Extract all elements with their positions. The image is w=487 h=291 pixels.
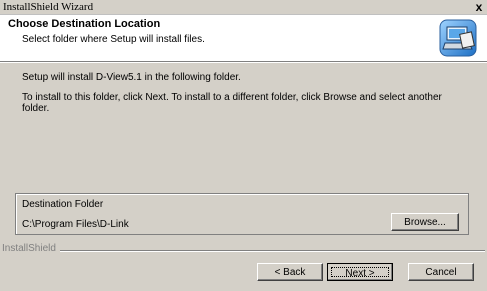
cancel-button[interactable]: Cancel	[408, 263, 474, 281]
back-button[interactable]: < Back	[257, 263, 323, 281]
footer-divider	[55, 250, 485, 252]
installshield-brand: InstallShield	[2, 243, 60, 254]
destination-path: C:\Program Files\D-Link	[22, 219, 129, 230]
page-subtitle: Select folder where Setup will install f…	[22, 34, 205, 45]
browse-button[interactable]: Browse...	[391, 213, 459, 231]
next-button[interactable]: Next >	[327, 263, 393, 281]
install-instructions-text: To install to this folder, click Next. T…	[22, 92, 442, 114]
install-info-text: Setup will install D-View5.1 in the foll…	[22, 72, 241, 83]
header-divider	[0, 62, 487, 63]
wizard-header: Choose Destination Location Select folde…	[0, 15, 487, 62]
computer-install-icon	[439, 19, 477, 57]
window-title: InstallShield Wizard	[3, 1, 94, 13]
close-icon[interactable]: x	[473, 0, 485, 14]
next-button-label: Next >	[331, 267, 389, 279]
title-bar: InstallShield Wizard x	[0, 0, 487, 15]
destination-folder-label: Destination Folder	[20, 199, 106, 210]
page-title: Choose Destination Location	[8, 18, 161, 30]
